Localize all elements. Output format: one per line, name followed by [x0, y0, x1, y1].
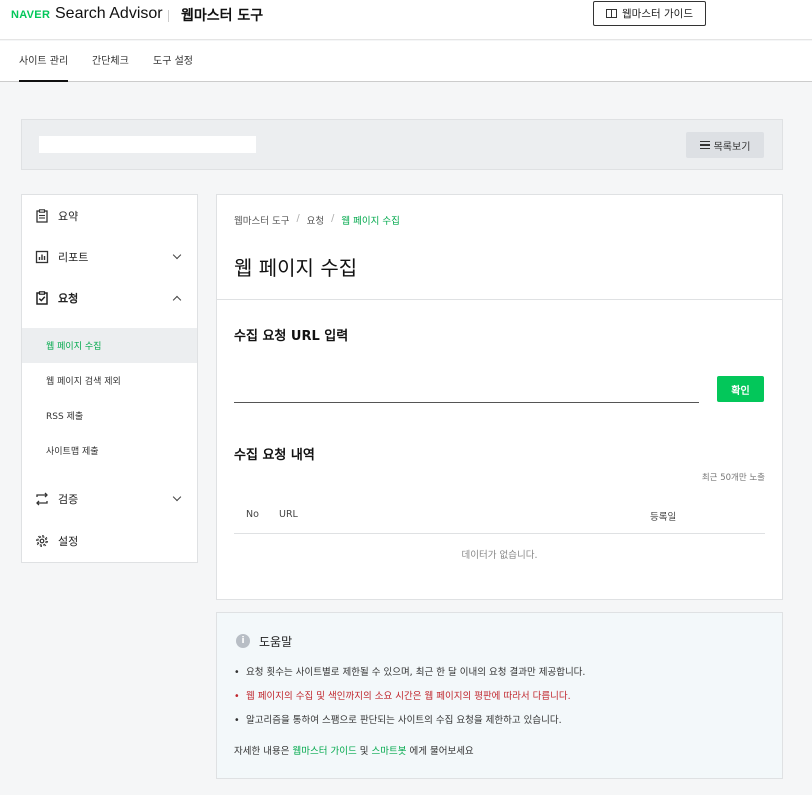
section-divider — [217, 299, 782, 300]
site-selector-bar: 목록보기 — [21, 119, 783, 170]
column-header-url: URL — [279, 509, 298, 520]
list-view-button[interactable]: 목록보기 — [686, 132, 764, 158]
recent-limit-note: 최근 50개만 노출 — [701, 473, 765, 483]
webmaster-tools-title[interactable]: 웹마스터 도구 — [181, 5, 263, 25]
main-panel: 웹마스터 도구 / 요청 / 웹 페이지 수집 웹 페이지 수집 수집 요청 U… — [216, 194, 783, 600]
help-item: 알고리즘을 통하여 스팸으로 판단되는 사이트의 수집 요청을 제한하고 있습니… — [234, 713, 585, 737]
sidebar-item-label: 요청 — [58, 292, 79, 305]
list-view-label: 목록보기 — [713, 141, 751, 153]
history-table-header: No URL 등록일 — [234, 497, 765, 534]
help-panel: i 도움말 요청 횟수는 사이트별로 제한될 수 있으며, 최근 한 달 이내의… — [216, 612, 783, 779]
list-icon — [699, 141, 710, 149]
help-footer-prefix: 자세한 내용은 — [234, 746, 293, 757]
breadcrumb-current: 웹 페이지 수집 — [341, 216, 400, 227]
header-divider — [168, 10, 169, 22]
history-section-title: 수집 요청 내역 — [234, 448, 315, 463]
tab-site-management[interactable]: 사이트 관리 — [19, 41, 69, 82]
help-footer-mid: 및 — [359, 746, 372, 757]
book-icon — [606, 9, 618, 18]
sidebar-item-label: 설정 — [58, 535, 79, 548]
column-header-date: 등록일 — [650, 512, 677, 523]
sidebar: 요약 리포트 요청 웹 페이지 수집 웹 페이지 검색 제외 RSS 제출 사이… — [21, 194, 198, 563]
sidebar-item-summary[interactable]: 요약 — [22, 198, 197, 234]
breadcrumb: 웹마스터 도구 / 요청 / 웹 페이지 수집 — [234, 213, 400, 227]
sidebar-item-settings[interactable]: 설정 — [22, 523, 197, 559]
clipboard-icon — [36, 209, 48, 223]
main-tabs: 사이트 관리 간단체크 도구 설정 — [0, 41, 812, 82]
webmaster-guide-button[interactable]: 웹마스터 가이드 — [593, 1, 706, 26]
webmaster-guide-link[interactable]: 웹마스터 가이드 — [292, 746, 359, 757]
url-input-section-title: 수집 요청 URL 입력 — [234, 329, 349, 344]
help-list: 요청 횟수는 사이트별로 제한될 수 있으며, 최근 한 달 이내의 요청 결과… — [234, 665, 585, 737]
tab-tool-settings[interactable]: 도구 설정 — [153, 41, 193, 82]
tab-quick-check[interactable]: 간단체크 — [92, 41, 129, 82]
help-title: 도움말 — [259, 635, 293, 649]
breadcrumb-separator: / — [331, 213, 335, 224]
gear-icon — [35, 534, 49, 548]
breadcrumb-separator: / — [296, 213, 300, 224]
sidebar-item-label: 요약 — [58, 210, 79, 223]
chevron-down-icon[interactable] — [172, 492, 182, 502]
smartbot-link[interactable]: 스마트봇 — [371, 746, 409, 757]
column-header-no: No — [246, 509, 259, 520]
site-url-field[interactable] — [39, 136, 256, 153]
naver-logo[interactable]: NAVER — [11, 9, 50, 21]
sidebar-item-report[interactable]: 리포트 — [22, 239, 197, 275]
search-advisor-logo[interactable]: Search Advisor — [55, 5, 163, 23]
sidebar-item-label: 리포트 — [58, 251, 89, 264]
sidebar-subitem-web-page-exclude[interactable]: 웹 페이지 검색 제외 — [22, 363, 197, 398]
chart-icon — [35, 250, 49, 264]
checklist-icon — [36, 291, 48, 305]
info-icon: i — [236, 634, 250, 648]
help-footer: 자세한 내용은 웹마스터 가이드 및 스마트봇 에게 물어보세요 — [234, 743, 474, 757]
swap-arrows-icon — [36, 492, 48, 506]
url-input[interactable] — [234, 375, 699, 403]
sidebar-item-verify[interactable]: 검증 — [22, 481, 197, 517]
page-title: 웹 페이지 수집 — [234, 256, 358, 280]
empty-table-message: 데이터가 없습니다. — [461, 550, 538, 561]
chevron-up-icon[interactable] — [172, 295, 182, 304]
help-item: 요청 횟수는 사이트별로 제한될 수 있으며, 최근 한 달 이내의 요청 결과… — [234, 665, 585, 689]
sidebar-subitem-sitemap-submit[interactable]: 사이트맵 제출 — [22, 433, 197, 468]
breadcrumb-item[interactable]: 요청 — [307, 213, 324, 227]
sidebar-item-request[interactable]: 요청 — [22, 280, 197, 316]
breadcrumb-item[interactable]: 웹마스터 도구 — [234, 213, 289, 227]
help-footer-suffix: 에게 물어보세요 — [409, 746, 474, 757]
top-header: NAVER Search Advisor 웹마스터 도구 웹마스터 가이드 — [0, 0, 812, 40]
help-item-warning: 웹 페이지의 수집 및 색인까지의 소요 시간은 웹 페이지의 평판에 따라서 … — [234, 689, 585, 713]
sidebar-subitem-rss-submit[interactable]: RSS 제출 — [22, 398, 197, 433]
chevron-down-icon[interactable] — [172, 250, 182, 260]
sidebar-item-label: 검증 — [58, 493, 79, 506]
sidebar-subitem-web-page-collect[interactable]: 웹 페이지 수집 — [22, 328, 197, 363]
confirm-button[interactable]: 확인 — [717, 376, 764, 402]
webmaster-guide-label: 웹마스터 가이드 — [622, 8, 693, 20]
